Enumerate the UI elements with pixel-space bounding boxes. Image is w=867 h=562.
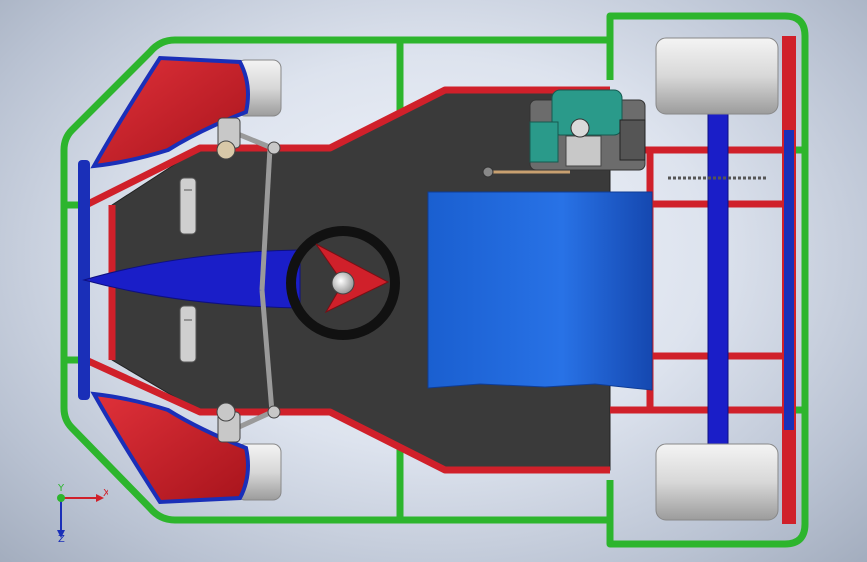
rear-tire-right [655,443,779,521]
triad-icon: X Y Z [57,483,108,542]
rear-bumper [782,36,796,524]
rear-axle [707,109,729,446]
rear-tire-left [655,37,779,115]
kart-model[interactable] [0,0,867,562]
triad-z-label: Z [58,534,65,542]
triad-y-label: Y [57,483,65,494]
seat[interactable] [427,191,653,391]
cad-viewport[interactable]: X Y Z [0,0,867,562]
triad-x-label: X [103,488,108,499]
